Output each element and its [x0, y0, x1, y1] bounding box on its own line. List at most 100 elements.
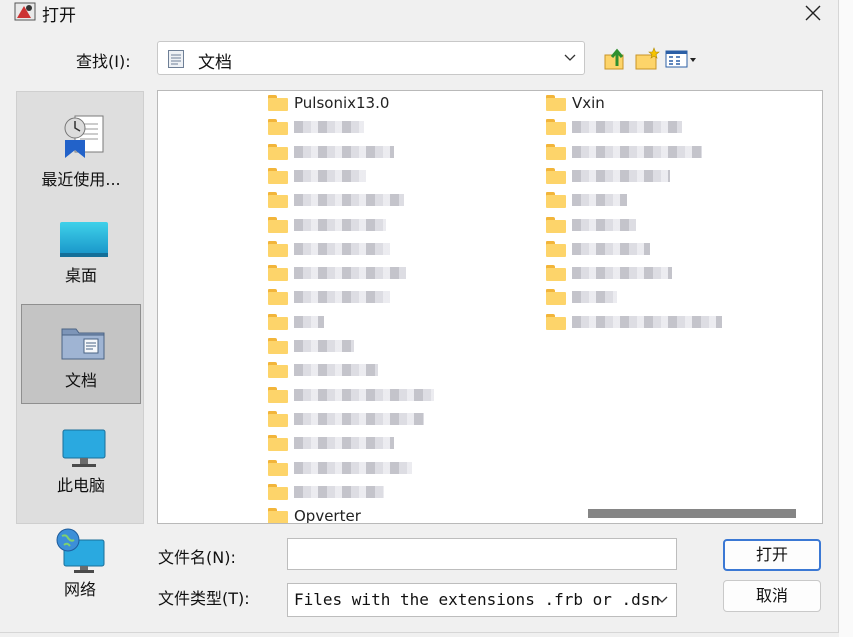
file-name [294, 437, 394, 450]
folder-icon [546, 95, 566, 111]
file-name [572, 267, 672, 280]
file-name [294, 267, 406, 280]
file-item[interactable] [268, 482, 384, 502]
app-icon [14, 2, 36, 21]
folder-icon [546, 216, 566, 233]
folder-icon [546, 265, 566, 282]
title-bar: 打开 [0, 0, 838, 28]
place-desktop-label: 桌面 [64, 266, 97, 285]
file-item[interactable] [268, 360, 378, 380]
file-item[interactable] [268, 166, 366, 186]
place-computer[interactable]: 此电脑 [21, 414, 141, 514]
folder-icon [268, 483, 288, 500]
file-item[interactable] [546, 166, 670, 186]
folder-icon [268, 167, 288, 184]
view-menu-icon [665, 50, 696, 68]
filename-input[interactable] [287, 538, 677, 570]
folder-icon [268, 362, 288, 379]
file-item[interactable] [546, 142, 702, 162]
file-item[interactable]: Vxin [546, 93, 605, 113]
up-folder-button[interactable] [603, 46, 629, 72]
file-item[interactable] [268, 190, 404, 210]
document-folder-icon [168, 50, 184, 68]
computer-icon [62, 429, 106, 467]
folder-icon [546, 289, 566, 306]
filetype-label: 文件类型(T): [158, 589, 250, 608]
file-item[interactable] [268, 458, 412, 478]
place-desktop[interactable]: 桌面 [21, 204, 141, 304]
file-name [572, 194, 627, 207]
desktop-icon [60, 222, 108, 257]
chevron-down-icon [656, 596, 668, 603]
folder-icon [546, 119, 566, 136]
file-name [294, 291, 390, 304]
place-computer-label: 此电脑 [56, 476, 105, 495]
folder-icon [546, 143, 566, 160]
file-item[interactable] [268, 433, 394, 453]
file-name [294, 169, 366, 182]
file-item[interactable] [546, 190, 627, 210]
folder-icon [268, 265, 288, 282]
file-item[interactable] [546, 287, 617, 307]
file-item[interactable] [268, 117, 364, 137]
file-item[interactable] [268, 287, 390, 307]
file-list[interactable]: Pulsonix13.0 Opverter Vxin [157, 90, 823, 524]
folder-icon [546, 167, 566, 184]
cancel-button[interactable]: 取消 [723, 580, 821, 612]
recent-icon [64, 115, 104, 158]
file-name [294, 194, 404, 207]
file-item[interactable] [268, 385, 434, 405]
file-name [572, 169, 670, 182]
file-item[interactable]: Opverter [268, 506, 361, 524]
place-network[interactable]: 网络 [20, 528, 140, 608]
file-item[interactable] [268, 263, 406, 283]
file-item[interactable] [268, 142, 394, 162]
folder-icon [268, 313, 288, 330]
file-name [294, 242, 390, 255]
file-name [294, 412, 424, 425]
place-recent-label: 最近使用... [41, 170, 121, 189]
file-name [294, 121, 364, 134]
file-name [294, 145, 394, 158]
filetype-value: Files with the extensions .frb or .dsn [294, 590, 661, 609]
open-button[interactable]: 打开 [723, 539, 821, 571]
file-name: Opverter [294, 507, 361, 524]
window-title: 打开 [42, 6, 76, 26]
close-button[interactable] [796, 0, 830, 26]
file-item[interactable] [268, 215, 386, 235]
file-item[interactable] [546, 117, 682, 137]
file-item[interactable]: Pulsonix13.0 [268, 93, 389, 113]
file-item[interactable] [546, 239, 650, 259]
file-item[interactable] [268, 336, 354, 356]
file-name [572, 121, 682, 134]
place-recent[interactable]: 最近使用... [21, 100, 141, 200]
file-item[interactable] [268, 312, 324, 332]
file-item[interactable] [546, 312, 722, 332]
file-item[interactable] [268, 239, 390, 259]
file-item[interactable] [546, 263, 672, 283]
filetype-combo[interactable]: Files with the extensions .frb or .dsn [287, 583, 677, 617]
file-name [572, 315, 722, 328]
folder-icon [268, 192, 288, 209]
background-outside-dialog [839, 0, 853, 637]
folder-icon [268, 386, 288, 403]
file-name [572, 291, 617, 304]
lookin-combo[interactable]: 文档 [157, 41, 585, 75]
place-network-label: 网络 [63, 580, 96, 599]
folder-icon [268, 95, 288, 111]
folder-icon [268, 216, 288, 233]
folder-icon [268, 508, 288, 523]
file-name: Pulsonix13.0 [294, 94, 390, 112]
file-item[interactable] [268, 409, 424, 429]
file-name [572, 145, 702, 158]
places-bar: 最近使用... 桌面 文档 此电脑 [16, 91, 144, 524]
file-item[interactable] [546, 215, 636, 235]
place-documents[interactable]: 文档 [21, 304, 141, 404]
file-name [572, 242, 650, 255]
new-folder-button[interactable] [634, 46, 660, 72]
file-name [572, 218, 636, 231]
open-dialog: 打开 查找(I): 文档 最近使用... 桌面 文档 此电脑 网络 Pulson… [0, 0, 839, 633]
view-menu-button[interactable] [665, 46, 699, 72]
horizontal-scrollbar[interactable] [588, 509, 796, 518]
folder-icon [268, 240, 288, 257]
